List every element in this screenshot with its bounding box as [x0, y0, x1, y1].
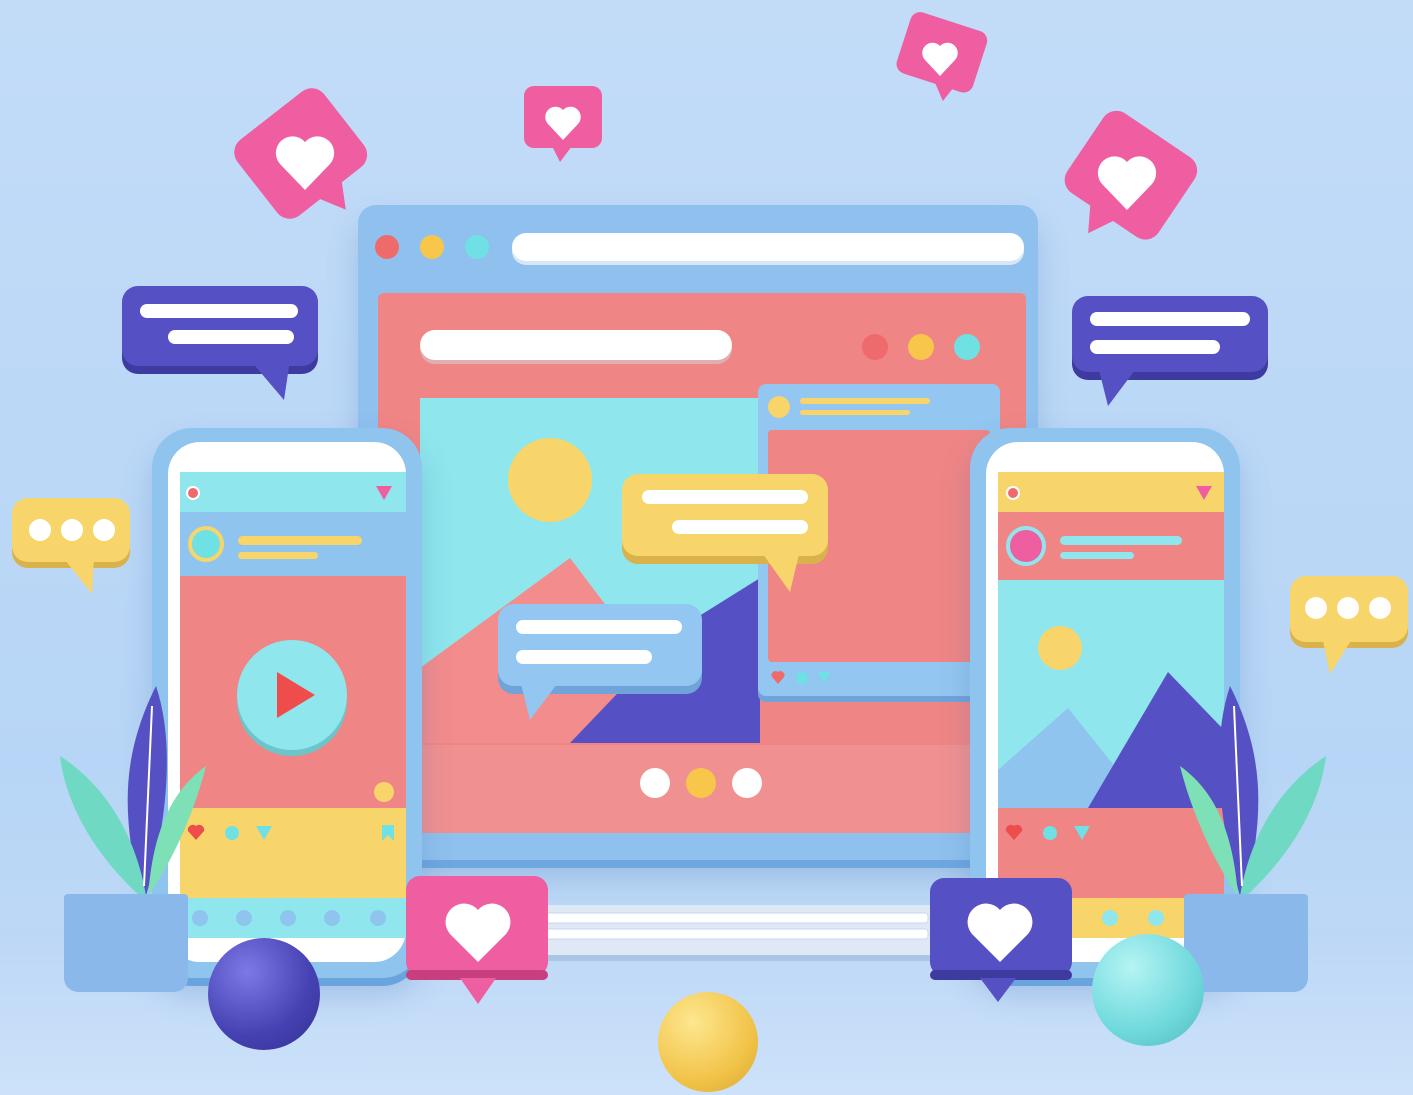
- bubble-line: [642, 490, 808, 504]
- window-dot-cyan[interactable]: [465, 235, 489, 259]
- caption-line: [1060, 552, 1134, 559]
- like-bubble: [234, 88, 368, 219]
- page-title-bar: [420, 330, 732, 360]
- address-bar[interactable]: [512, 233, 1024, 261]
- hero-image: [420, 398, 760, 743]
- bottom-nav-icons[interactable]: [186, 906, 402, 930]
- like-bubble: [1064, 110, 1198, 240]
- ellipsis-icon: [29, 519, 115, 541]
- avatar[interactable]: [188, 526, 224, 562]
- like-bubble-front-left: [406, 876, 548, 1004]
- send-icon[interactable]: [1196, 486, 1212, 500]
- sound-icon[interactable]: [374, 782, 394, 802]
- phone-right-header: [998, 472, 1224, 512]
- plant-pot-left: [64, 894, 188, 992]
- bubble-line: [140, 304, 298, 318]
- bubble-line: [168, 330, 294, 344]
- bubble-line: [516, 620, 682, 634]
- sphere-navy: [208, 938, 320, 1050]
- carousel-dot[interactable]: [732, 768, 762, 798]
- chat-bubble-yellow: [622, 474, 828, 556]
- caption-line: [238, 552, 318, 559]
- content-dot-red: [862, 334, 888, 360]
- chat-bubble-tail: [1322, 636, 1354, 674]
- carousel-dot[interactable]: [686, 768, 716, 798]
- plant-left: [60, 686, 206, 896]
- post-actions: [770, 668, 850, 688]
- camera-icon: [1006, 486, 1020, 500]
- bottom-nav-icons[interactable]: [1070, 906, 1180, 930]
- camera-icon: [186, 486, 200, 500]
- plant-right: [1180, 686, 1326, 896]
- keyboard: [530, 905, 940, 955]
- keyboard-keys: [539, 912, 929, 940]
- landscape-illustration: [420, 438, 760, 743]
- send-icon[interactable]: [376, 486, 392, 500]
- carousel-dot[interactable]: [640, 768, 670, 798]
- chat-bubble-right: [1072, 296, 1268, 372]
- bubble-line: [1090, 340, 1220, 354]
- window-dot-yellow[interactable]: [420, 235, 444, 259]
- content-dot-cyan: [954, 334, 980, 360]
- sphere-cyan: [1092, 934, 1204, 1046]
- phone-left-header: [180, 472, 406, 512]
- heart-icon: [771, 671, 830, 684]
- bubble-line: [672, 520, 808, 534]
- chat-bubble-blue: [498, 604, 702, 686]
- chat-bubble-tail: [520, 680, 560, 720]
- like-bubble-front-right: [930, 878, 1072, 1002]
- like-bubble: [896, 12, 988, 101]
- sphere-yellow: [658, 992, 758, 1092]
- post-meta-line: [800, 398, 930, 404]
- username-line: [1060, 536, 1182, 545]
- bubble-line: [516, 650, 652, 664]
- window-dot-red[interactable]: [375, 235, 399, 259]
- play-button[interactable]: [237, 640, 347, 750]
- chat-bubble-tail: [760, 550, 800, 592]
- chat-bubble-tail: [1098, 366, 1138, 406]
- username-line: [238, 536, 362, 545]
- chat-bubble-left: [122, 286, 318, 366]
- avatar[interactable]: [1006, 526, 1046, 566]
- post-avatar: [768, 396, 790, 418]
- post-meta-line: [800, 410, 910, 415]
- chat-bubble-tail: [250, 360, 290, 400]
- chat-bubble-tail: [62, 556, 94, 594]
- content-dot-yellow: [908, 334, 934, 360]
- like-bubble: [524, 86, 602, 162]
- bubble-line: [1090, 312, 1250, 326]
- action-icons[interactable]: [186, 822, 406, 844]
- play-icon: [277, 672, 315, 718]
- ellipsis-icon: [1305, 597, 1391, 619]
- action-icons[interactable]: [1004, 822, 1104, 844]
